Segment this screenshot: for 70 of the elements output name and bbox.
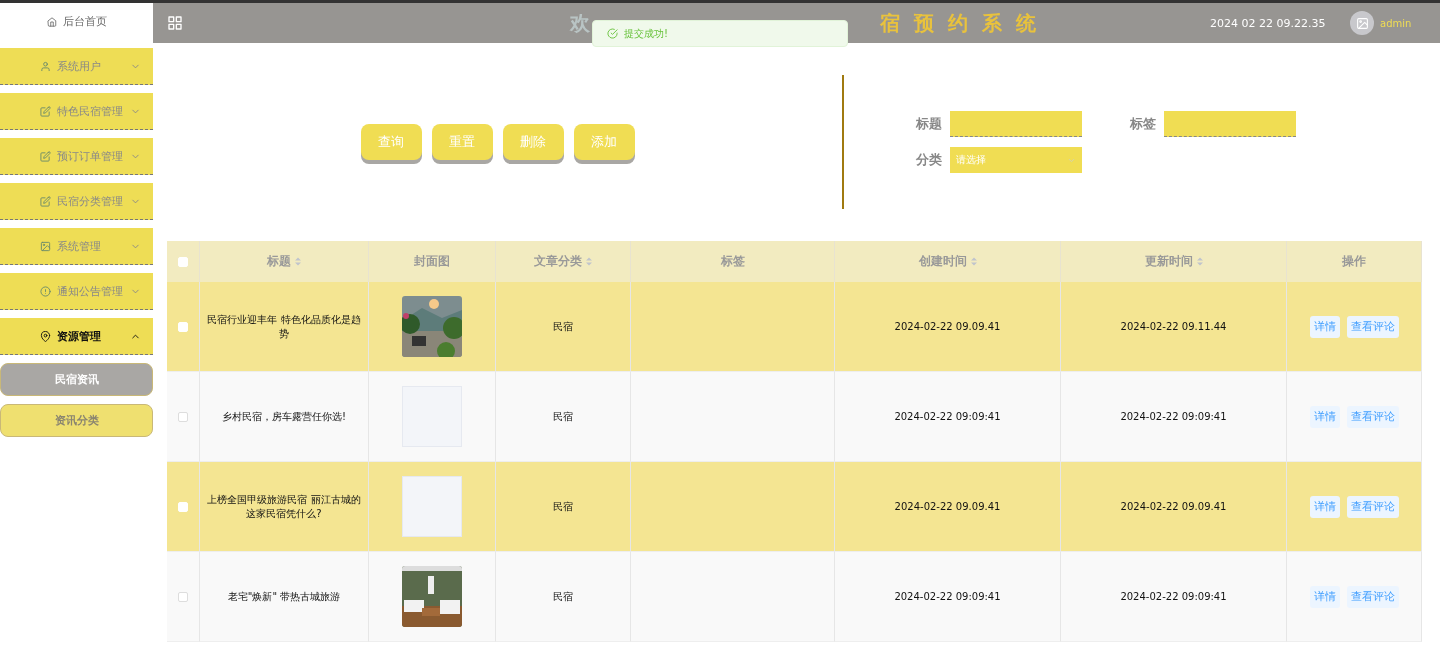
sort-icon bbox=[1196, 257, 1203, 266]
column-header: 封面图 bbox=[369, 241, 496, 282]
action-button[interactable]: 查看评论 bbox=[1346, 405, 1399, 428]
action-button[interactable]: 详情 bbox=[1309, 585, 1340, 608]
input-field[interactable] bbox=[1164, 111, 1296, 137]
field-label: 标签 bbox=[1130, 115, 1156, 133]
table-cell: 民宿行业迎丰年 特色化品质化是趋势 bbox=[200, 282, 369, 372]
table-cell: 2024-02-22 09:09:41 bbox=[1061, 372, 1287, 462]
input-field[interactable] bbox=[950, 111, 1082, 137]
column-header: 标签 bbox=[631, 241, 835, 282]
image-icon bbox=[40, 240, 51, 252]
submenu-item[interactable]: 民宿资讯 bbox=[0, 363, 153, 396]
menu-item[interactable]: 系统管理 bbox=[0, 228, 153, 265]
info-icon bbox=[40, 285, 51, 297]
action-button[interactable]: 详情 bbox=[1309, 495, 1340, 518]
home-link[interactable]: 后台首页 bbox=[0, 3, 153, 40]
column-header: 操作 bbox=[1287, 241, 1422, 282]
table-cell: 2024-02-22 09.09.41 bbox=[835, 282, 1061, 372]
username[interactable]: admin bbox=[1380, 17, 1440, 29]
table-cell: 2024-02-22 09.09.41 bbox=[1061, 462, 1287, 552]
table-cell: 老宅"焕新" 带热古城旅游 bbox=[200, 552, 369, 642]
column-header[interactable]: 文章分类 bbox=[496, 241, 631, 282]
table-cell: 2024-02-22 09.11.44 bbox=[1061, 282, 1287, 372]
checkbox[interactable] bbox=[178, 411, 188, 422]
table-cell: 2024-02-22 09:09:41 bbox=[835, 372, 1061, 462]
column-header[interactable]: 更新时间 bbox=[1061, 241, 1287, 282]
submenu-item[interactable]: 资讯分类 bbox=[0, 404, 153, 437]
action-button[interactable]: 详情 bbox=[1309, 405, 1340, 428]
menu-item[interactable]: 预订订单管理 bbox=[0, 138, 153, 175]
menu-item[interactable]: 系统用户 bbox=[0, 48, 153, 85]
menu-item[interactable]: 特色民宿管理 bbox=[0, 93, 153, 130]
toast-message: 提交成功! bbox=[624, 26, 668, 41]
image-icon bbox=[1355, 16, 1369, 30]
action-button[interactable]: 详情 bbox=[1309, 315, 1340, 338]
menu-item[interactable]: 民宿分类管理 bbox=[0, 183, 153, 220]
edit-icon bbox=[40, 150, 51, 162]
table-cell: 民宿 bbox=[496, 552, 631, 642]
checkbox[interactable] bbox=[178, 591, 188, 602]
edit-icon bbox=[40, 195, 51, 207]
menu-item[interactable]: 通知公告管理 bbox=[0, 273, 153, 310]
sort-icon bbox=[295, 257, 301, 266]
home-icon bbox=[46, 16, 57, 27]
avatar[interactable] bbox=[1350, 11, 1374, 35]
sort-icon bbox=[970, 257, 977, 266]
column-header[interactable]: 创建时间 bbox=[835, 241, 1061, 282]
action-button[interactable]: 查看评论 bbox=[1346, 585, 1399, 608]
action-button[interactable]: 查看评论 bbox=[1346, 495, 1399, 518]
pin-icon bbox=[40, 330, 51, 342]
column-header[interactable]: 标题 bbox=[200, 241, 369, 282]
table-cell: 2024-02-22 09:09:41 bbox=[1061, 552, 1287, 642]
table-cell: 上榜全国甲级旅游民宿 丽江古城的这家民宿凭什么? bbox=[200, 462, 369, 552]
menu-item[interactable]: 资源管理 bbox=[0, 318, 153, 355]
table-cell: 民宿 bbox=[496, 462, 631, 552]
table-cell: 民宿 bbox=[496, 282, 631, 372]
select-field[interactable]: 请选择 bbox=[950, 147, 1082, 173]
table-cell: 民宿 bbox=[496, 372, 631, 462]
datetime: 2024 02 22 09.22.35 bbox=[1210, 16, 1327, 30]
table-cell: 2024-02-22 09:09:41 bbox=[835, 552, 1061, 642]
check-icon bbox=[607, 28, 618, 39]
table-cell: 2024-02-22 09.09.41 bbox=[835, 462, 1061, 552]
cover-placeholder bbox=[402, 476, 462, 537]
user-icon bbox=[40, 60, 51, 72]
table-cell: 乡村民宿，房车露营任你选! bbox=[200, 372, 369, 462]
field-label: 标题 bbox=[916, 115, 942, 133]
grid-icon[interactable] bbox=[167, 15, 183, 31]
edit-icon bbox=[40, 105, 51, 117]
action-button[interactable]: 查看评论 bbox=[1346, 315, 1399, 338]
title-text: 宿预约系统 bbox=[880, 9, 1050, 37]
sort-icon bbox=[586, 257, 592, 266]
field-label: 分类 bbox=[916, 151, 942, 169]
